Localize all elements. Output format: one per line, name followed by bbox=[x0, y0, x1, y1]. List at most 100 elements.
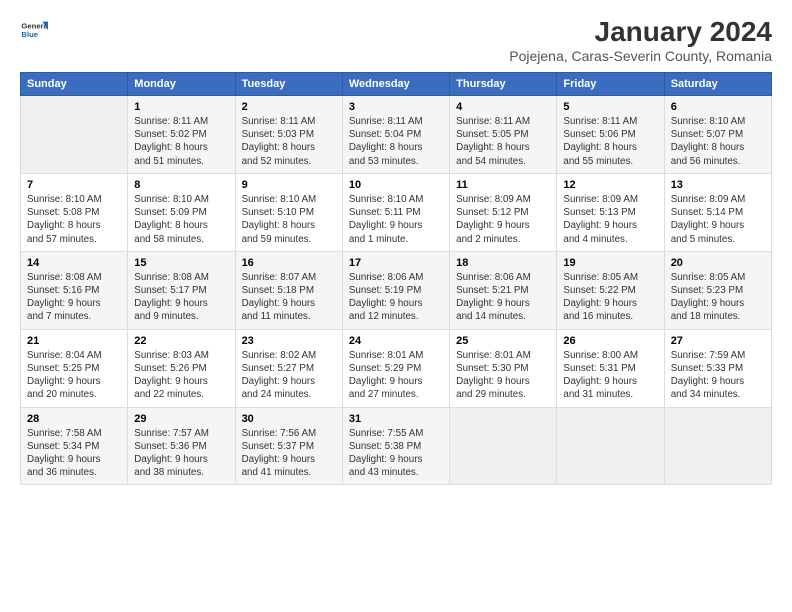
day-number: 5 bbox=[563, 101, 657, 113]
day-number: 23 bbox=[242, 335, 336, 347]
day-cell: 30Sunrise: 7:56 AM Sunset: 5:37 PM Dayli… bbox=[235, 407, 342, 485]
day-cell: 19 Sunrise: 8:05 AM Sunset: 5:22 PM Dayli… bbox=[557, 251, 664, 329]
day-info: Sunrise: 8:10 AM Sunset: 5:08 PM Dayligh… bbox=[27, 193, 121, 246]
day-number: 4 bbox=[456, 101, 550, 113]
day-info: Sunrise: 8:11 AM Sunset: 5:05 PM Dayligh… bbox=[456, 115, 550, 168]
day-cell: 17 Sunrise: 8:06 AM Sunset: 5:19 PM Dayli… bbox=[342, 251, 449, 329]
day-info: Sunrise: 7:58 AM Sunset: 5:34 PM Dayligh… bbox=[27, 427, 121, 480]
day-cell: 16 Sunrise: 8:07 AM Sunset: 5:18 PM Dayli… bbox=[235, 251, 342, 329]
day-cell: 31 Sunrise: 7:55 AM Sunset: 5:38 PM Dayli… bbox=[342, 407, 449, 485]
day-number: 19 bbox=[563, 257, 657, 269]
day-cell: 28 Sunrise: 7:58 AM Sunset: 5:34 PM Dayli… bbox=[21, 407, 128, 485]
subtitle: Pojejena, Caras-Severin County, Romania bbox=[509, 48, 772, 64]
day-cell: 25 Sunrise: 8:01 AM Sunset: 5:30 PM Dayli… bbox=[450, 329, 557, 407]
day-cell: 4 Sunrise: 8:11 AM Sunset: 5:05 PM Daylig… bbox=[450, 96, 557, 174]
day-info: Sunrise: 8:10 AM Sunset: 5:07 PM Dayligh… bbox=[671, 115, 765, 168]
day-number: 7 bbox=[27, 179, 121, 191]
day-cell: 2Sunrise: 8:11 AM Sunset: 5:03 PM Daylig… bbox=[235, 96, 342, 174]
day-info: Sunrise: 8:07 AM Sunset: 5:18 PM Dayligh… bbox=[242, 271, 336, 324]
logo: General Blue bbox=[20, 16, 48, 44]
header-sunday: Sunday bbox=[21, 73, 128, 96]
day-cell: 8 Sunrise: 8:10 AM Sunset: 5:09 PM Daylig… bbox=[128, 173, 235, 251]
day-cell: 21Sunrise: 8:04 AM Sunset: 5:25 PM Dayli… bbox=[21, 329, 128, 407]
day-cell: 22Sunrise: 8:03 AM Sunset: 5:26 PM Dayli… bbox=[128, 329, 235, 407]
week-row-4: 21Sunrise: 8:04 AM Sunset: 5:25 PM Dayli… bbox=[21, 329, 772, 407]
header-monday: Monday bbox=[128, 73, 235, 96]
day-number: 11 bbox=[456, 179, 550, 191]
day-cell: 26Sunrise: 8:00 AM Sunset: 5:31 PM Dayli… bbox=[557, 329, 664, 407]
day-cell: 1Sunrise: 8:11 AM Sunset: 5:02 PM Daylig… bbox=[128, 96, 235, 174]
day-info: Sunrise: 7:56 AM Sunset: 5:37 PM Dayligh… bbox=[242, 427, 336, 480]
header-row: Sunday Monday Tuesday Wednesday Thursday… bbox=[21, 73, 772, 96]
day-number: 12 bbox=[563, 179, 657, 191]
day-cell: 9 Sunrise: 8:10 AM Sunset: 5:10 PM Daylig… bbox=[235, 173, 342, 251]
week-row-3: 14 Sunrise: 8:08 AM Sunset: 5:16 PM Dayli… bbox=[21, 251, 772, 329]
day-cell: 12Sunrise: 8:09 AM Sunset: 5:13 PM Dayli… bbox=[557, 173, 664, 251]
day-number: 18 bbox=[456, 257, 550, 269]
header-tuesday: Tuesday bbox=[235, 73, 342, 96]
day-info: Sunrise: 8:08 AM Sunset: 5:17 PM Dayligh… bbox=[134, 271, 228, 324]
day-info: Sunrise: 8:02 AM Sunset: 5:27 PM Dayligh… bbox=[242, 349, 336, 402]
day-info: Sunrise: 8:09 AM Sunset: 5:12 PM Dayligh… bbox=[456, 193, 550, 246]
day-info: Sunrise: 8:06 AM Sunset: 5:19 PM Dayligh… bbox=[349, 271, 443, 324]
day-cell: 23 Sunrise: 8:02 AM Sunset: 5:27 PM Dayli… bbox=[235, 329, 342, 407]
logo-icon: General Blue bbox=[20, 16, 48, 44]
day-info: Sunrise: 8:11 AM Sunset: 5:03 PM Dayligh… bbox=[242, 115, 336, 168]
day-cell: 10Sunrise: 8:10 AM Sunset: 5:11 PM Dayli… bbox=[342, 173, 449, 251]
week-row-5: 28 Sunrise: 7:58 AM Sunset: 5:34 PM Dayli… bbox=[21, 407, 772, 485]
day-info: Sunrise: 8:11 AM Sunset: 5:04 PM Dayligh… bbox=[349, 115, 443, 168]
day-number: 10 bbox=[349, 179, 443, 191]
day-info: Sunrise: 8:06 AM Sunset: 5:21 PM Dayligh… bbox=[456, 271, 550, 324]
day-cell: 6 Sunrise: 8:10 AM Sunset: 5:07 PM Daylig… bbox=[664, 96, 771, 174]
day-number: 28 bbox=[27, 413, 121, 425]
day-info: Sunrise: 8:10 AM Sunset: 5:09 PM Dayligh… bbox=[134, 193, 228, 246]
day-cell: 3 Sunrise: 8:11 AM Sunset: 5:04 PM Daylig… bbox=[342, 96, 449, 174]
day-cell bbox=[557, 407, 664, 485]
day-info: Sunrise: 7:59 AM Sunset: 5:33 PM Dayligh… bbox=[671, 349, 765, 402]
title-area: January 2024 Pojejena, Caras-Severin Cou… bbox=[509, 16, 772, 64]
day-number: 3 bbox=[349, 101, 443, 113]
day-cell: 24 Sunrise: 8:01 AM Sunset: 5:29 PM Dayli… bbox=[342, 329, 449, 407]
day-cell: 7 Sunrise: 8:10 AM Sunset: 5:08 PM Daylig… bbox=[21, 173, 128, 251]
day-cell: 13 Sunrise: 8:09 AM Sunset: 5:14 PM Dayli… bbox=[664, 173, 771, 251]
day-number: 17 bbox=[349, 257, 443, 269]
day-number: 27 bbox=[671, 335, 765, 347]
day-number: 24 bbox=[349, 335, 443, 347]
day-cell: 18 Sunrise: 8:06 AM Sunset: 5:21 PM Dayli… bbox=[450, 251, 557, 329]
day-number: 13 bbox=[671, 179, 765, 191]
day-cell bbox=[450, 407, 557, 485]
calendar-table: Sunday Monday Tuesday Wednesday Thursday… bbox=[20, 72, 772, 485]
day-info: Sunrise: 7:57 AM Sunset: 5:36 PM Dayligh… bbox=[134, 427, 228, 480]
day-number: 16 bbox=[242, 257, 336, 269]
day-cell: 11 Sunrise: 8:09 AM Sunset: 5:12 PM Dayli… bbox=[450, 173, 557, 251]
header-friday: Friday bbox=[557, 73, 664, 96]
svg-text:Blue: Blue bbox=[21, 30, 38, 39]
day-number: 15 bbox=[134, 257, 228, 269]
day-cell: 5 Sunrise: 8:11 AM Sunset: 5:06 PM Daylig… bbox=[557, 96, 664, 174]
main-title: January 2024 bbox=[509, 16, 772, 48]
day-cell: 15 Sunrise: 8:08 AM Sunset: 5:17 PM Dayli… bbox=[128, 251, 235, 329]
day-number: 31 bbox=[349, 413, 443, 425]
day-cell bbox=[664, 407, 771, 485]
day-info: Sunrise: 8:01 AM Sunset: 5:30 PM Dayligh… bbox=[456, 349, 550, 402]
day-cell: 20Sunrise: 8:05 AM Sunset: 5:23 PM Dayli… bbox=[664, 251, 771, 329]
day-info: Sunrise: 8:08 AM Sunset: 5:16 PM Dayligh… bbox=[27, 271, 121, 324]
day-info: Sunrise: 8:11 AM Sunset: 5:06 PM Dayligh… bbox=[563, 115, 657, 168]
week-row-2: 7 Sunrise: 8:10 AM Sunset: 5:08 PM Daylig… bbox=[21, 173, 772, 251]
header-saturday: Saturday bbox=[664, 73, 771, 96]
day-number: 20 bbox=[671, 257, 765, 269]
day-info: Sunrise: 8:10 AM Sunset: 5:10 PM Dayligh… bbox=[242, 193, 336, 246]
day-number: 9 bbox=[242, 179, 336, 191]
week-row-1: 1Sunrise: 8:11 AM Sunset: 5:02 PM Daylig… bbox=[21, 96, 772, 174]
day-info: Sunrise: 8:09 AM Sunset: 5:14 PM Dayligh… bbox=[671, 193, 765, 246]
day-number: 29 bbox=[134, 413, 228, 425]
day-info: Sunrise: 7:55 AM Sunset: 5:38 PM Dayligh… bbox=[349, 427, 443, 480]
day-cell: 29 Sunrise: 7:57 AM Sunset: 5:36 PM Dayli… bbox=[128, 407, 235, 485]
day-number: 25 bbox=[456, 335, 550, 347]
day-info: Sunrise: 8:05 AM Sunset: 5:22 PM Dayligh… bbox=[563, 271, 657, 324]
day-info: Sunrise: 8:01 AM Sunset: 5:29 PM Dayligh… bbox=[349, 349, 443, 402]
day-number: 6 bbox=[671, 101, 765, 113]
day-cell: 27 Sunrise: 7:59 AM Sunset: 5:33 PM Dayli… bbox=[664, 329, 771, 407]
day-number: 8 bbox=[134, 179, 228, 191]
day-number: 14 bbox=[27, 257, 121, 269]
